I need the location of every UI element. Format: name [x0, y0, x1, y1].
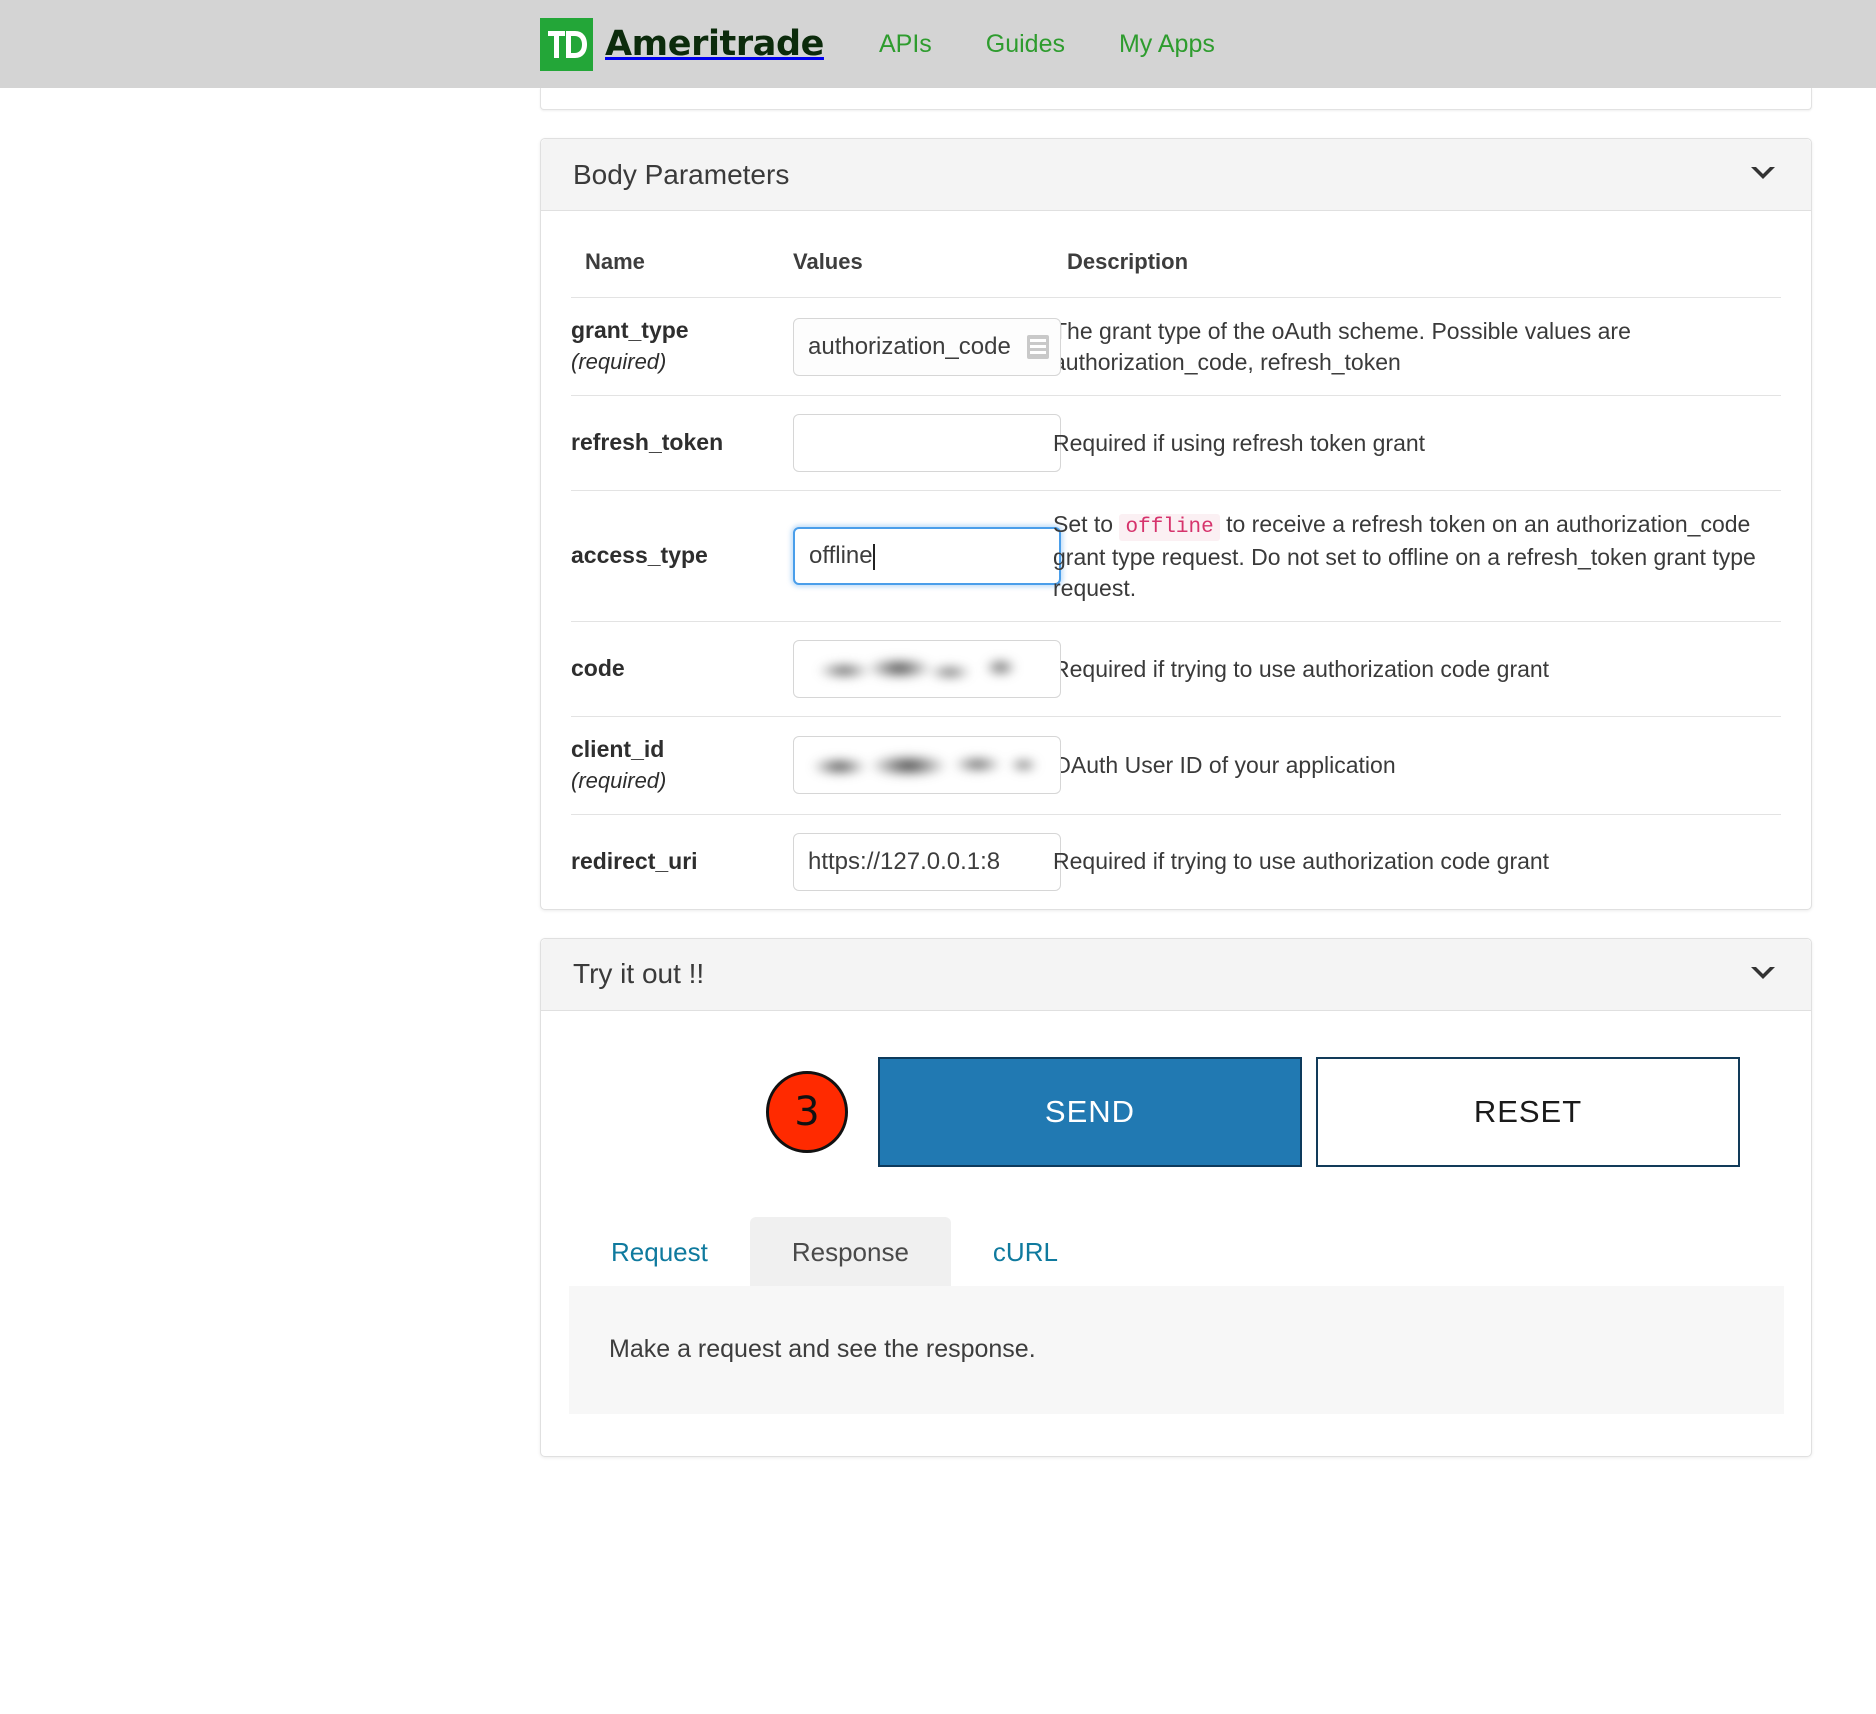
param-description-grant-type: The grant type of the oAuth scheme. Poss…	[1053, 297, 1781, 397]
redacted-value-blur	[812, 749, 1042, 782]
param-description-redirect-uri: Required if trying to use authorization …	[1053, 848, 1550, 875]
param-description-refresh-token: Required if using refresh token grant	[1053, 395, 1781, 492]
param-label: redirect_uri	[571, 847, 698, 874]
param-name-redirect-uri: redirect_uri	[571, 814, 793, 909]
param-value-cell: authorization_code refresh_token	[793, 297, 1061, 397]
chevron-down-icon[interactable]	[1748, 161, 1778, 188]
result-tabs: Request Response cURL	[569, 1216, 1784, 1286]
nav-link-apis[interactable]: APIs	[852, 30, 959, 59]
table-row: grant_type (required) authorization_code…	[571, 297, 1781, 397]
access-type-input-value: offline	[809, 542, 875, 571]
param-value-cell	[793, 716, 1061, 815]
site-header: Ameritrade APIs Guides My Apps	[0, 0, 1876, 88]
try-it-out-title: Try it out !!	[573, 958, 705, 990]
body-parameters-table: Name Values Description grant_type (requ…	[571, 211, 1781, 909]
brand-name: Ameritrade	[605, 24, 824, 64]
param-value-cell: offline	[793, 490, 1061, 623]
column-header-values: Values	[793, 211, 1053, 298]
table-row: access_type offline Set to offline to re…	[571, 490, 1781, 623]
grant-type-select-wrap: authorization_code refresh_token	[793, 317, 1061, 376]
inline-code-offline: offline	[1119, 514, 1220, 542]
redirect-uri-value: https://127.0.0.1:8	[808, 847, 1001, 875]
response-panel: Make a request and see the response.	[569, 1285, 1784, 1414]
body-parameters-body: Name Values Description grant_type (requ…	[541, 211, 1811, 909]
code-input-redacted[interactable]	[793, 640, 1061, 699]
table-row: code Required if trying to use authoriza…	[571, 621, 1781, 718]
redirect-uri-input[interactable]: https://127.0.0.1:8	[793, 832, 1061, 891]
chevron-down-icon[interactable]	[1748, 961, 1778, 988]
column-header-name: Name	[571, 211, 793, 298]
param-label: grant_type	[571, 317, 689, 344]
tab-request[interactable]: Request	[569, 1217, 750, 1286]
param-label: refresh_token	[571, 429, 724, 456]
access-type-input[interactable]: offline	[793, 527, 1061, 586]
tab-curl[interactable]: cURL	[951, 1217, 1100, 1286]
page-content: Body Parameters Name Values Description	[540, 88, 1812, 1457]
param-label: access_type	[571, 542, 708, 569]
step-marker-3: 3	[766, 1070, 848, 1153]
brand-logo-link[interactable]: Ameritrade	[540, 17, 824, 71]
action-row: 3 SEND RESET	[541, 1056, 1811, 1167]
response-placeholder-text: Make a request and see the response.	[609, 1335, 1036, 1364]
grant-type-select[interactable]: authorization_code refresh_token	[793, 317, 1061, 376]
previous-card-stub	[540, 88, 1812, 110]
param-required-note: (required)	[571, 768, 667, 794]
desc-text-pre: Set to	[1053, 511, 1120, 538]
send-button[interactable]: SEND	[878, 1056, 1302, 1167]
param-name-access-type: access_type	[571, 490, 793, 623]
column-header-description: Description	[1053, 211, 1781, 298]
header-inner: Ameritrade APIs Guides My Apps	[540, 0, 1242, 88]
param-value-cell	[793, 621, 1061, 718]
body-parameters-title: Body Parameters	[573, 158, 790, 190]
param-name-grant-type: grant_type (required)	[571, 297, 793, 397]
tab-response[interactable]: Response	[749, 1216, 951, 1286]
param-description-code: Required if trying to use authorization …	[1053, 621, 1781, 718]
body-parameters-card: Body Parameters Name Values Description	[540, 138, 1812, 910]
param-name-client-id: client_id (required)	[571, 716, 793, 815]
client-id-input-redacted[interactable]	[793, 736, 1061, 795]
td-logo-icon	[540, 17, 593, 71]
param-name-code: code	[571, 621, 793, 718]
table-row: redirect_uri https://127.0.0.1:8 Require…	[571, 814, 1781, 909]
param-description-client-id: OAuth User ID of your application	[1053, 716, 1781, 815]
reset-button[interactable]: RESET	[1316, 1056, 1740, 1167]
table-row: client_id (required) OAuth User ID of yo…	[571, 716, 1781, 815]
try-it-out-body: 3 SEND RESET Request Response cURL Make …	[541, 1011, 1811, 1456]
refresh-token-input[interactable]	[793, 414, 1061, 473]
param-label: code	[571, 655, 625, 682]
redacted-value-blur	[812, 653, 1042, 686]
try-it-out-header[interactable]: Try it out !!	[541, 938, 1811, 1011]
param-required-note: (required)	[571, 349, 667, 375]
param-name-refresh-token: refresh_token	[571, 395, 793, 492]
try-it-out-card: Try it out !! 3 SEND RESET Request Respo…	[540, 937, 1812, 1457]
param-description-access-type: Set to offline to receive a refresh toke…	[1053, 490, 1781, 623]
param-value-cell	[793, 395, 1061, 492]
nav-link-my-apps[interactable]: My Apps	[1092, 30, 1242, 59]
param-value-cell: https://127.0.0.1:8	[793, 814, 1061, 909]
body-parameters-header[interactable]: Body Parameters	[541, 139, 1811, 211]
table-row: refresh_token Required if using refresh …	[571, 395, 1781, 492]
table-header-row: Name Values Description	[571, 211, 1781, 298]
nav-link-guides[interactable]: Guides	[959, 30, 1092, 59]
param-label: client_id	[571, 736, 665, 763]
